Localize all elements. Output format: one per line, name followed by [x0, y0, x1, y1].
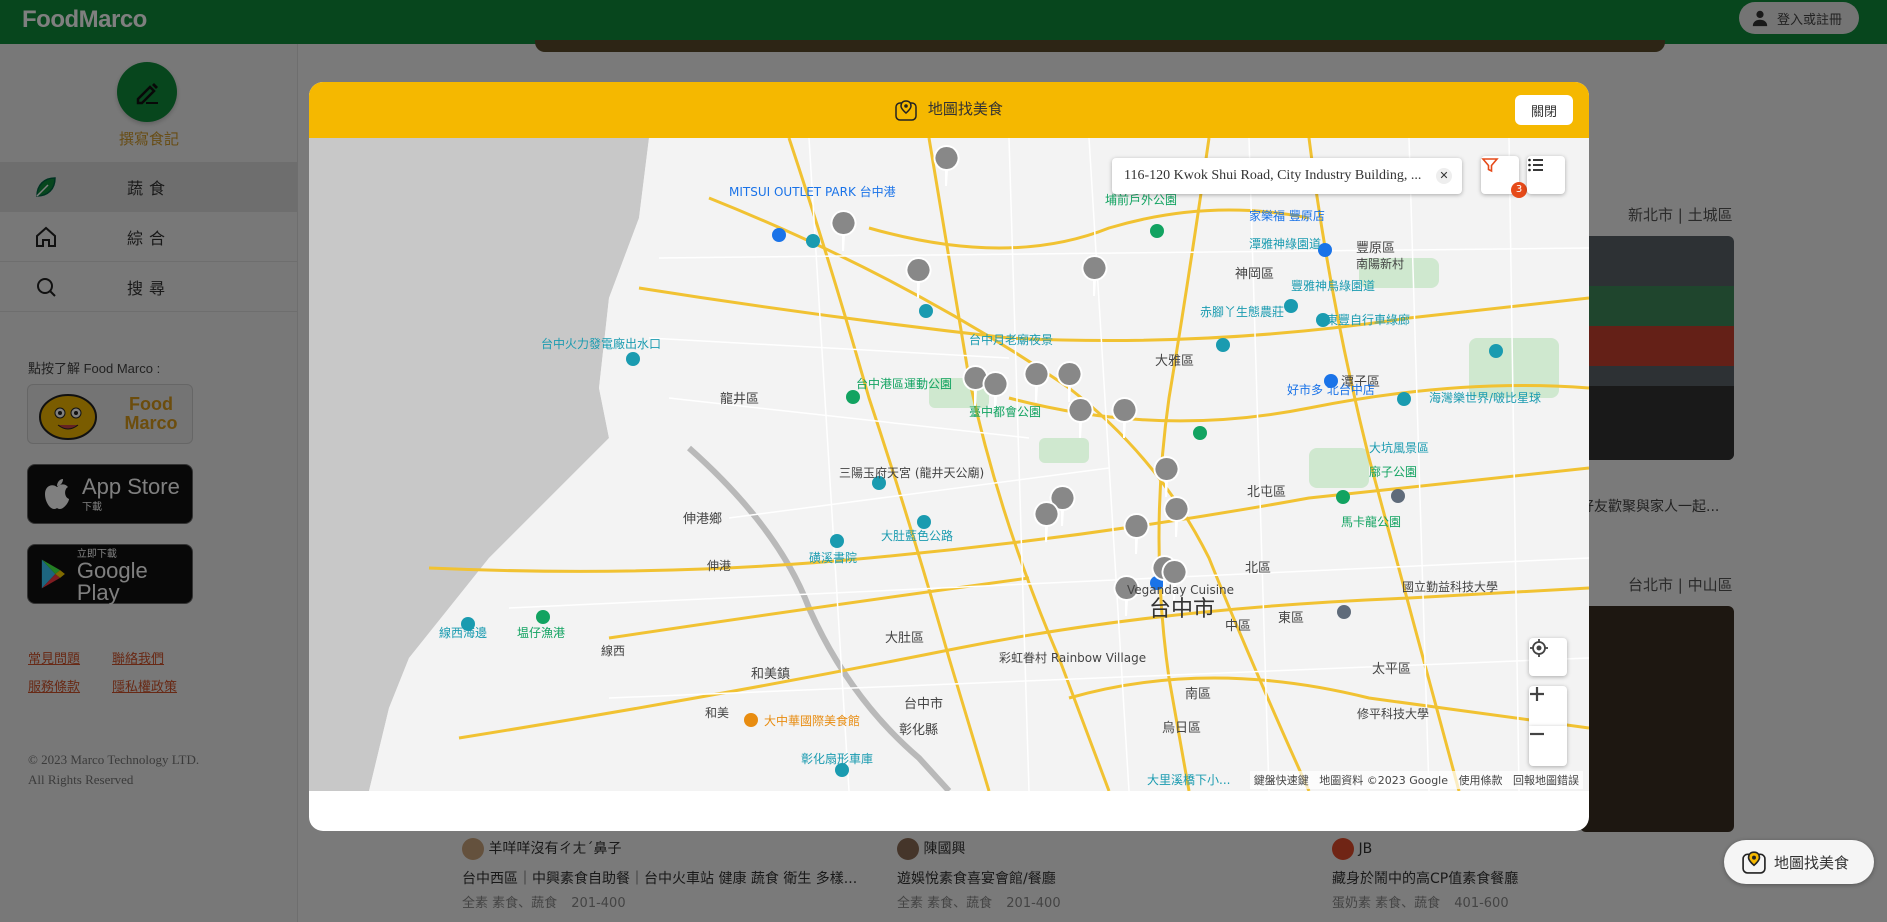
map-label: Veganday Cuisine [1127, 583, 1234, 597]
map-label: 太平區 [1372, 662, 1411, 677]
map-label: 修平科技大學 [1357, 706, 1429, 721]
map-label: 大肚藍色公路 [881, 528, 953, 543]
map-label: 彰化縣 [899, 722, 938, 738]
map-label: 潭雅神綠園道 [1249, 236, 1321, 251]
map-attribution: 鍵盤快速鍵 地圖資料 ©2023 Google 使用條款 回報地圖錯誤 [1249, 771, 1583, 789]
clear-search-icon[interactable]: ✕ [1436, 168, 1452, 184]
map-label: 東區 [1278, 610, 1304, 626]
map-label: 好市多 北台中店 [1287, 382, 1375, 397]
map-label: 線西 [601, 643, 625, 658]
filter-count-badge: 3 [1511, 182, 1527, 198]
minus-icon [1530, 732, 1544, 736]
map-label: 臺中都會公園 [969, 404, 1041, 419]
map-label: 馬卡龍公園 [1341, 514, 1401, 529]
modal-title-text: 地圖找美食 [927, 100, 1003, 118]
map-pin-icon [1742, 851, 1766, 874]
map-label: 塭仔漁港 [517, 626, 565, 640]
map-label: 三陽玉府天宮 (龍井天公廟) [839, 465, 984, 480]
map-label: 廍子公園 [1369, 465, 1417, 479]
map-label: 大里溪橋下小... [1147, 773, 1230, 787]
map-label: 大坑風景區 [1369, 440, 1429, 455]
map-label: 伸港 [707, 559, 731, 573]
map-label: 中區 [1225, 619, 1251, 634]
find-food-map-button[interactable]: 地圖找美食 [1724, 840, 1874, 884]
map-label: 台中火力發電廠出水口 [541, 336, 661, 351]
map-label: 和美 [705, 706, 729, 720]
map-label: 龍井區 [720, 391, 759, 407]
map-view[interactable]: MITSUI OUTLET PARK 台中港 台中火力發電廠出水口 龍井區 伸港… [309, 138, 1589, 791]
map-canvas[interactable]: MITSUI OUTLET PARK 台中港 台中火力發電廠出水口 龍井區 伸港… [309, 138, 1589, 791]
map-data-text: 地圖資料 ©2023 Google [1319, 774, 1448, 787]
plus-icon [1530, 687, 1544, 701]
map-label: 國立勤益科技大學 [1402, 579, 1498, 594]
close-button[interactable]: 關閉 [1515, 95, 1573, 125]
map-label: MITSUI OUTLET PARK 台中港 [729, 184, 896, 199]
modal-title: 地圖找美食 [309, 98, 1589, 121]
map-label: 豐雅神鳥綠園道 [1291, 278, 1375, 293]
map-label: 台中市 [904, 696, 943, 712]
map-label: 彰化扇形車庫 [801, 751, 873, 766]
my-location-button[interactable] [1529, 638, 1567, 676]
zoom-in-button[interactable] [1529, 686, 1567, 726]
map-label: 磺溪書院 [809, 551, 857, 565]
map-label: 海灣樂世界/啵比星球 [1429, 390, 1541, 405]
map-label: 北屯區 [1247, 485, 1286, 500]
map-label: 東豐自行車綠廊 [1326, 312, 1410, 327]
map-label: 埔前戶外公園 [1105, 192, 1177, 207]
address-search-value: 116-120 Kwok Shui Road, City Industry Bu… [1124, 168, 1422, 183]
map-label: 大中華國際美食館 [764, 713, 860, 728]
map-label: 神岡區 [1235, 267, 1274, 282]
map-label: 線西海邊 [439, 625, 487, 640]
map-label: 南陽新村 [1356, 256, 1404, 271]
map-label: 台中月老廟夜景 [969, 332, 1053, 347]
map-label: 烏日區 [1162, 720, 1201, 736]
map-label: 台中市 [1149, 597, 1215, 622]
map-label: 伸港鄉 [683, 511, 722, 527]
map-label: 南區 [1185, 686, 1211, 702]
map-label: 彩虹眷村 Rainbow Village [999, 651, 1146, 665]
find-food-map-label: 地圖找美食 [1774, 853, 1850, 872]
filter-icon [1481, 158, 1499, 173]
map-label: 大肚區 [885, 631, 924, 646]
list-icon [1528, 158, 1543, 172]
map-label: 大雅區 [1155, 354, 1194, 369]
map-label: 赤腳丫生態農莊 [1200, 304, 1284, 319]
map-label: 和美鎮 [751, 666, 790, 682]
modal-header: 地圖找美食 關閉 [309, 82, 1589, 138]
list-view-button[interactable] [1527, 156, 1565, 194]
terms-of-use-link[interactable]: 使用條款 [1459, 774, 1503, 787]
address-search-input[interactable]: 116-120 Kwok Shui Road, City Industry Bu… [1112, 158, 1462, 194]
locate-icon [1530, 639, 1548, 657]
keyboard-shortcuts-link[interactable]: 鍵盤快速鍵 [1254, 774, 1309, 787]
report-error-link[interactable]: 回報地圖錯誤 [1513, 774, 1579, 787]
map-modal: 地圖找美食 關閉 MITSUI OUTLET PARK 台中港 台中火力發電廠出… [309, 82, 1589, 831]
map-label: 北區 [1245, 561, 1271, 576]
map-label: 家樂福 豐原店 [1249, 208, 1325, 223]
map-label: 台中港區運動公園 [856, 376, 952, 391]
map-label: 豐原區 [1356, 241, 1395, 256]
zoom-out-button[interactable] [1529, 726, 1567, 766]
map-pin-icon [895, 99, 917, 121]
